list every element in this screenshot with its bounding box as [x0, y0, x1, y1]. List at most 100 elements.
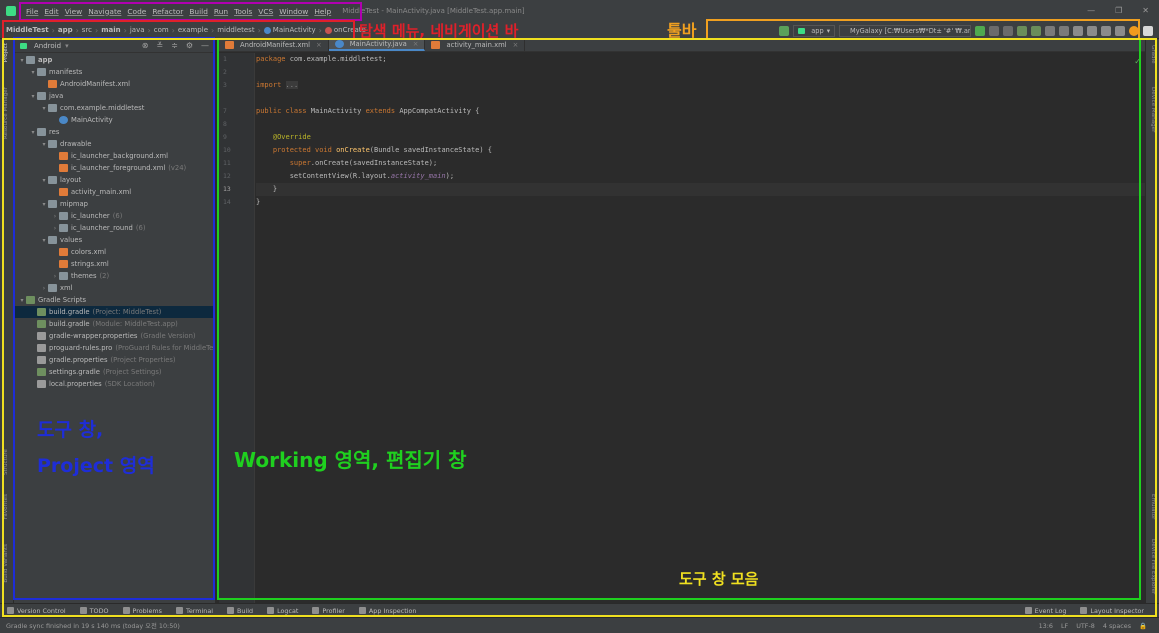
- bottom-tool-tab-app-inspection[interactable]: App Inspection: [352, 607, 424, 615]
- expand-arrow-icon[interactable]: ›: [51, 213, 59, 220]
- tree-item[interactable]: strings.xml: [14, 258, 215, 270]
- device-file-explorer-tool-tab[interactable]: Device File Explorer: [1150, 539, 1156, 594]
- tree-item[interactable]: colors.xml: [14, 246, 215, 258]
- hammer-icon[interactable]: [779, 25, 790, 36]
- indent-setting[interactable]: 4 spaces: [1103, 622, 1131, 630]
- tree-item[interactable]: ▾ app: [14, 54, 215, 66]
- tree-item[interactable]: › themes (2): [14, 270, 215, 282]
- project-tool-tab[interactable]: Project: [3, 43, 9, 62]
- attach-debugger-icon[interactable]: [1045, 25, 1055, 36]
- menu-item-edit[interactable]: Edit: [41, 7, 61, 16]
- tree-item[interactable]: AndroidManifest.xml: [14, 78, 215, 90]
- editor-tab[interactable]: AndroidManifest.xml ×: [219, 39, 329, 51]
- code-editor[interactable]: 1 2 3 7 8 9 10 11 12 13 14 package com.example.mid…: [219, 53, 1145, 603]
- expand-all-icon[interactable]: ≚: [156, 41, 163, 50]
- device-manager-tool-tab[interactable]: Device Manager: [1150, 87, 1156, 132]
- bottom-tool-tab-build[interactable]: Build: [220, 607, 260, 615]
- tree-item[interactable]: ▾ res: [14, 126, 215, 138]
- menu-item-build[interactable]: Build: [186, 7, 211, 16]
- minimize-icon[interactable]: —: [1087, 6, 1095, 15]
- restore-icon[interactable]: ❐: [1115, 6, 1122, 15]
- profile-icon[interactable]: [1031, 25, 1041, 36]
- menu-item-code[interactable]: Code: [124, 7, 149, 16]
- search-icon[interactable]: [1115, 25, 1125, 36]
- lock-icon[interactable]: 🔒: [1139, 622, 1147, 630]
- breadcrumb-item[interactable]: app: [58, 26, 73, 34]
- expand-arrow-icon[interactable]: ▾: [18, 57, 26, 64]
- file-encoding[interactable]: UTF-8: [1076, 622, 1095, 630]
- expand-arrow-icon[interactable]: ▾: [40, 177, 48, 184]
- tree-item[interactable]: › xml: [14, 282, 215, 294]
- close-icon[interactable]: ×: [413, 40, 419, 48]
- close-icon[interactable]: ×: [316, 41, 322, 49]
- tree-item[interactable]: gradle-wrapper.properties (Gradle Version…: [14, 330, 215, 342]
- gear-icon[interactable]: ⚙: [186, 41, 193, 50]
- breadcrumb-item[interactable]: MiddleTest: [6, 26, 49, 34]
- expand-arrow-icon[interactable]: ▾: [40, 105, 48, 112]
- favorites-tool-tab[interactable]: Favorites: [3, 494, 9, 519]
- menu-item-refactor[interactable]: Refactor: [149, 7, 186, 16]
- bottom-tool-tab-todo[interactable]: TODO: [73, 607, 116, 615]
- tree-item[interactable]: ▾ layout: [14, 174, 215, 186]
- breadcrumb-item[interactable]: middletest: [217, 26, 254, 34]
- tree-item[interactable]: activity_main.xml: [14, 186, 215, 198]
- line-separator[interactable]: LF: [1061, 622, 1068, 630]
- breadcrumb-item[interactable]: main: [101, 26, 120, 34]
- tree-item[interactable]: ▾ manifests: [14, 66, 215, 78]
- tree-item[interactable]: gradle.properties (Project Properties): [14, 354, 215, 366]
- expand-arrow-icon[interactable]: ▾: [40, 201, 48, 208]
- breadcrumb-item[interactable]: com: [154, 26, 169, 34]
- tree-item[interactable]: ic_launcher_foreground.xml (v24): [14, 162, 215, 174]
- breadcrumb-item[interactable]: example: [178, 26, 208, 34]
- expand-arrow-icon[interactable]: ▾: [40, 141, 48, 148]
- tree-item[interactable]: ▾ mipmap: [14, 198, 215, 210]
- expand-arrow-icon[interactable]: ›: [51, 225, 59, 232]
- caret-position[interactable]: 13:6: [1039, 622, 1053, 630]
- menu-item-help[interactable]: Help: [311, 7, 334, 16]
- structure-tool-tab[interactable]: Structure: [3, 449, 9, 475]
- project-view-selector[interactable]: Android: [34, 42, 61, 50]
- hide-icon[interactable]: —: [201, 41, 209, 50]
- tree-item[interactable]: proguard-rules.pro (ProGuard Rules for Mi…: [14, 342, 215, 354]
- bottom-tool-tab-version-control[interactable]: Version Control: [0, 607, 73, 615]
- bottom-tool-tab-profiler[interactable]: Profiler: [305, 607, 352, 615]
- breadcrumb-item[interactable]: src: [82, 26, 92, 34]
- device-manager-icon[interactable]: [1087, 25, 1097, 36]
- menu-item-window[interactable]: Window: [276, 7, 311, 16]
- tree-item[interactable]: ▾ values: [14, 234, 215, 246]
- resource-manager-tool-tab[interactable]: Resource Manager: [3, 87, 9, 139]
- tree-item[interactable]: › ic_launcher (6): [14, 210, 215, 222]
- expand-arrow-icon[interactable]: ▾: [18, 297, 26, 304]
- bottom-tool-tab-logcat[interactable]: Logcat: [260, 607, 305, 615]
- sync-gradle-icon[interactable]: [1073, 25, 1083, 36]
- code-lines[interactable]: package com.example.middletest; import .…: [256, 53, 1145, 209]
- gradle-tool-tab[interactable]: Gradle: [1150, 45, 1156, 64]
- expand-arrow-icon[interactable]: ▾: [29, 69, 37, 76]
- tree-item[interactable]: local.properties (SDK Location): [14, 378, 215, 390]
- device-dropdown[interactable]: MyGalaxy [C:₩Users₩*Dt± '#' ₩.and...: [839, 24, 971, 37]
- breadcrumb-item[interactable]: MainActivity: [273, 26, 316, 34]
- bottom-tool-tab-problems[interactable]: Problems: [116, 607, 169, 615]
- menu-item-view[interactable]: View: [62, 7, 86, 16]
- breadcrumb-item[interactable]: java: [130, 26, 145, 34]
- menu-item-run[interactable]: Run: [211, 7, 231, 16]
- tree-item[interactable]: settings.gradle (Project Settings): [14, 366, 215, 378]
- debug-icon[interactable]: [1017, 25, 1027, 36]
- tree-item[interactable]: › ic_launcher_round (6): [14, 222, 215, 234]
- menu-item-file[interactable]: File: [23, 7, 41, 16]
- event-log-tab[interactable]: Event Log: [1018, 607, 1074, 615]
- expand-arrow-icon[interactable]: ▾: [29, 93, 37, 100]
- tree-item[interactable]: MainActivity: [14, 114, 215, 126]
- update-icon[interactable]: [1129, 25, 1139, 36]
- settings-icon[interactable]: [1143, 25, 1153, 36]
- menu-item-navigate[interactable]: Navigate: [85, 7, 124, 16]
- run-icon[interactable]: [975, 25, 985, 36]
- emulator-tool-tab[interactable]: Emulator: [1150, 494, 1156, 519]
- tree-item[interactable]: ▾ drawable: [14, 138, 215, 150]
- run-config-dropdown[interactable]: app ▾: [793, 24, 835, 37]
- sdk-manager-icon[interactable]: [1101, 25, 1111, 36]
- apply-changes-icon[interactable]: [989, 25, 999, 36]
- close-icon[interactable]: ✕: [1142, 6, 1149, 15]
- stop-icon[interactable]: [1059, 25, 1069, 36]
- collapse-all-icon[interactable]: ≑: [171, 41, 178, 50]
